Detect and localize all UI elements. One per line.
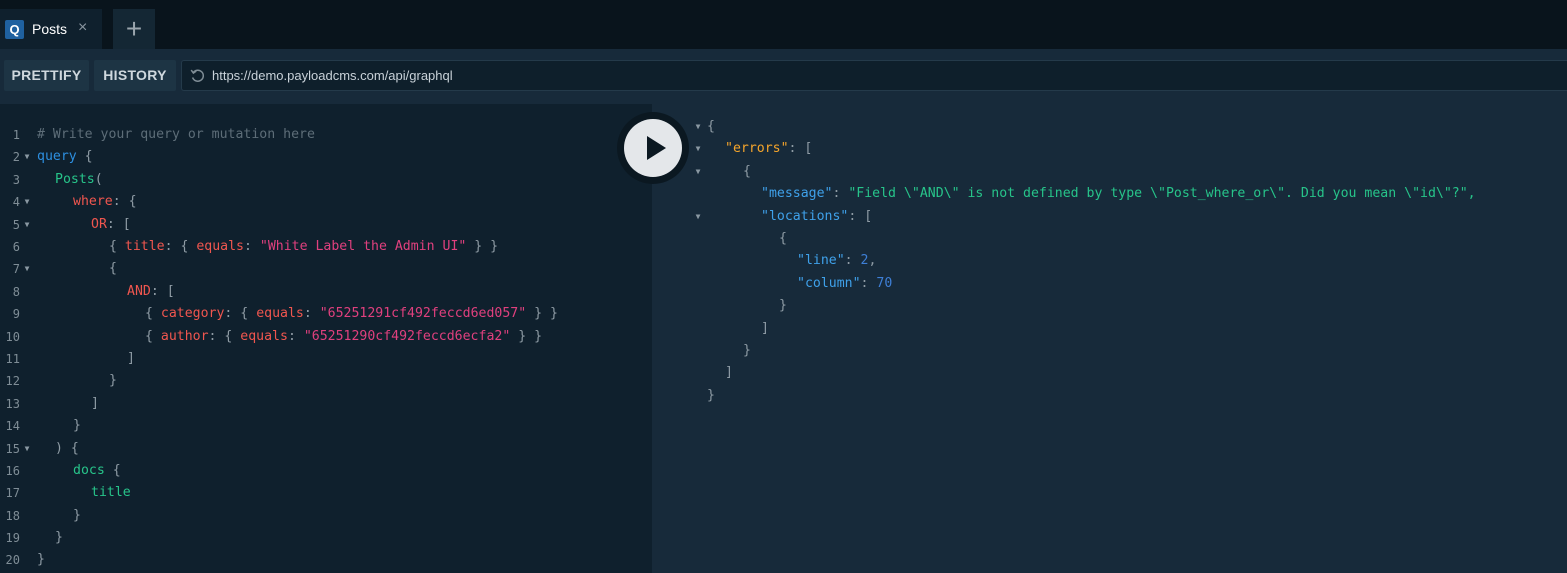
line-number: 11 [5, 352, 20, 366]
line-number: 20 [5, 553, 20, 567]
line-number: 1 [12, 128, 20, 142]
tab-bar: Q Posts × + [0, 0, 1567, 49]
result-line-5: "locations": [ [761, 209, 873, 224]
code-line-7: { [109, 261, 117, 276]
code-line-9: { category: { equals: "65251291cf492fecc… [145, 306, 558, 321]
result-pane [652, 104, 1567, 573]
line-number: 12 [5, 374, 20, 388]
execute-button-ring [617, 112, 689, 184]
fold-arrow-icon[interactable]: ▼ [22, 258, 32, 280]
code-line-18: } [73, 508, 81, 523]
fold-arrow-icon[interactable]: ▼ [693, 161, 703, 183]
fold-arrow-icon[interactable]: ▼ [693, 116, 703, 138]
result-line-11: } [743, 343, 751, 358]
line-number: 2 [12, 150, 20, 164]
fold-arrow-icon[interactable]: ▼ [693, 206, 703, 228]
graphql-query-icon: Q [5, 20, 24, 39]
code-line-4: where: { [73, 194, 137, 209]
line-number: 5 [12, 218, 20, 232]
result-line-6: { [779, 231, 787, 246]
code-line-10: { author: { equals: "65251290cf492feccd6… [145, 329, 543, 344]
result-line-9: } [779, 298, 787, 313]
result-line-3: { [743, 164, 751, 179]
fold-arrow-icon[interactable]: ▼ [22, 214, 32, 236]
result-line-8: "column": 70 [797, 276, 893, 291]
history-button[interactable]: HISTORY [94, 60, 176, 91]
code-line-20: } [37, 552, 45, 567]
close-icon[interactable]: × [78, 18, 87, 38]
code-line-16: docs { [73, 463, 121, 478]
result-line-13: } [707, 388, 715, 403]
line-number: 19 [5, 531, 20, 545]
toolbar: PRETTIFY HISTORY https://demo.payloadcms… [0, 49, 1567, 104]
line-number: 15 [5, 442, 20, 456]
line-number: 9 [12, 307, 20, 321]
line-number: 14 [5, 419, 20, 433]
line-number: 8 [12, 285, 20, 299]
result-line-7: "line": 2, [797, 253, 877, 268]
code-line-15: ) { [55, 441, 79, 456]
line-number: 13 [5, 397, 20, 411]
result-line-4: "message": "Field \"AND\" is not defined… [761, 186, 1476, 201]
fold-arrow-icon[interactable]: ▼ [22, 438, 32, 460]
code-line-6: { title: { equals: "White Label the Admi… [109, 239, 499, 254]
add-tab-button[interactable]: + [113, 9, 155, 49]
fold-arrow-icon[interactable]: ▼ [693, 138, 703, 160]
code-line-12: } [109, 373, 117, 388]
result-line-12: ] [725, 365, 733, 380]
line-number: 6 [12, 240, 20, 254]
line-number: 17 [5, 486, 20, 500]
result-line-2: "errors": [ [725, 141, 813, 156]
tab-posts[interactable]: Q Posts × [0, 9, 102, 49]
endpoint-url-field[interactable]: https://demo.payloadcms.com/api/graphql [181, 60, 1567, 91]
code-line-8: AND: [ [127, 284, 175, 299]
line-number: 18 [5, 509, 20, 523]
line-number: 10 [5, 330, 20, 344]
result-line-1: { [707, 119, 715, 134]
line-number: 16 [5, 464, 20, 478]
line-number: 3 [12, 173, 20, 187]
code-line-19: } [55, 530, 63, 545]
code-line-5: OR: [ [91, 217, 131, 232]
play-icon [647, 136, 666, 160]
line-number: 7 [12, 262, 20, 276]
endpoint-url: https://demo.payloadcms.com/api/graphql [212, 68, 453, 83]
execute-query-button[interactable] [624, 119, 682, 177]
code-line-2: query { [37, 149, 93, 164]
code-line-17: title [91, 485, 131, 500]
prettify-button[interactable]: PRETTIFY [4, 60, 89, 91]
code-line-3: Posts( [55, 172, 103, 187]
code-line-1: # Write your query or mutation here [37, 127, 315, 142]
code-line-13: ] [91, 396, 99, 411]
code-line-14: } [73, 418, 81, 433]
tab-title: Posts [32, 21, 68, 37]
fold-arrow-icon[interactable]: ▼ [22, 146, 32, 168]
code-line-11: ] [127, 351, 135, 366]
line-number: 4 [12, 195, 20, 209]
fold-arrow-icon[interactable]: ▼ [22, 191, 32, 213]
result-line-10: ] [761, 321, 769, 336]
reload-icon[interactable] [190, 67, 206, 84]
